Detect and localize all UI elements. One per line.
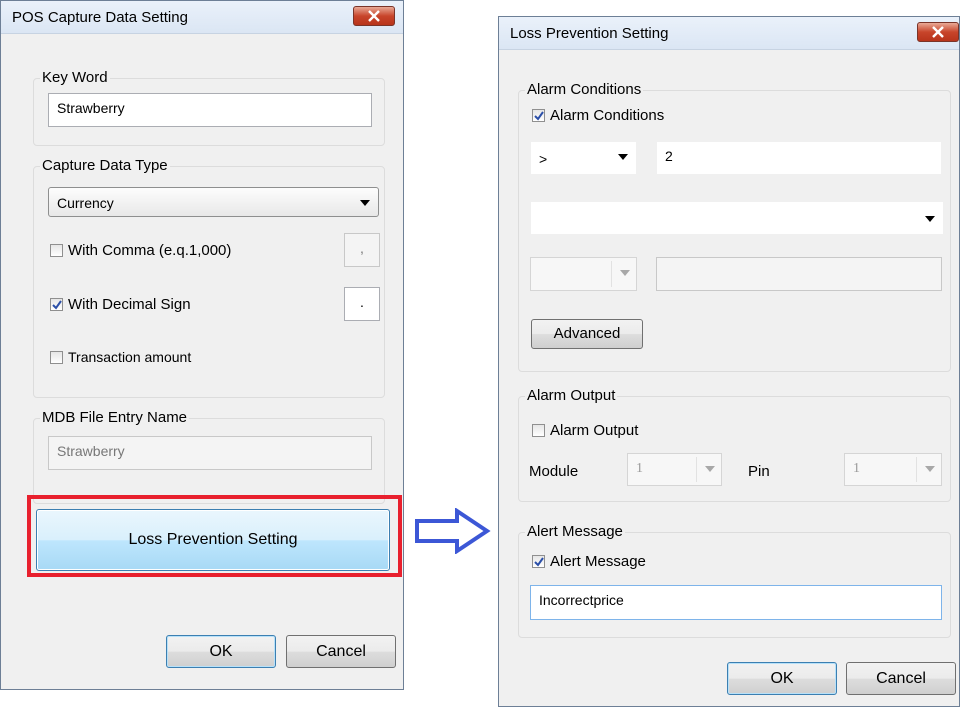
checkmark-icon — [52, 300, 62, 310]
loss-ok-button[interactable]: OK — [727, 662, 837, 695]
chevron-down-icon — [620, 270, 630, 276]
pin-value: 1 — [853, 461, 860, 476]
advanced-button[interactable]: Advanced — [531, 319, 643, 349]
module-value: 1 — [636, 461, 643, 476]
transaction-amount-label: Transaction amount — [68, 349, 192, 365]
alert-message-checkbox[interactable]: Alert Message — [532, 553, 646, 570]
chevron-down-icon — [360, 200, 370, 206]
combo-separator — [611, 261, 612, 287]
alarm-output-legend: Alarm Output — [525, 387, 618, 404]
checkbox-box — [532, 424, 545, 437]
decimal-separator-input[interactable]: . — [344, 287, 380, 321]
alarm-output-label: Alarm Output — [550, 422, 639, 439]
checkbox-box — [50, 298, 63, 311]
pin-label: Pin — [748, 463, 770, 480]
with-comma-label: With Comma (e.q.1,000) — [68, 242, 232, 259]
module-label: Module — [529, 463, 579, 480]
checkmark-icon — [534, 111, 544, 121]
chevron-down-icon — [705, 466, 715, 472]
alarm-conditions-group: Alarm Conditions Alarm Conditions > 2 Ad… — [518, 81, 951, 372]
alarm-output-checkbox[interactable]: Alarm Output — [532, 422, 638, 439]
pos-dialog-body: Key Word Strawberry Capture Data Type Cu… — [11, 34, 396, 679]
checkbox-box — [50, 244, 63, 257]
condition-value-input[interactable]: 2 — [656, 141, 942, 175]
transaction-amount-checkbox[interactable]: Transaction amount — [50, 349, 191, 365]
capture-type-value: Currency — [57, 195, 114, 211]
checkmark-icon — [534, 557, 544, 567]
key-word-legend: Key Word — [40, 69, 110, 86]
with-decimal-label: With Decimal Sign — [68, 296, 191, 313]
loss-dialog-titlebar[interactable]: Loss Prevention Setting — [499, 17, 959, 50]
pos-dialog-title: POS Capture Data Setting — [12, 9, 188, 26]
combo-separator — [696, 457, 697, 482]
pos-dialog-close-button[interactable] — [353, 6, 395, 26]
mdb-entry-name-input[interactable]: Strawberry — [48, 436, 372, 470]
alert-message-label: Alert Message — [550, 553, 646, 570]
checkbox-box — [532, 555, 545, 568]
close-icon — [932, 26, 944, 38]
key-word-input[interactable]: Strawberry — [48, 93, 372, 127]
pos-capture-dialog: POS Capture Data Setting Key Word Strawb… — [0, 0, 404, 690]
loss-cancel-button[interactable]: Cancel — [846, 662, 956, 695]
mdb-file-legend: MDB File Entry Name — [40, 409, 190, 426]
loss-dialog-close-button[interactable] — [917, 22, 959, 42]
pos-cancel-button[interactable]: Cancel — [286, 635, 396, 668]
combo-separator — [916, 457, 917, 482]
highlight-box — [27, 495, 402, 577]
capture-data-type-legend: Capture Data Type — [40, 157, 170, 174]
pos-ok-button[interactable]: OK — [166, 635, 276, 668]
chevron-down-icon — [925, 216, 935, 222]
key-word-group: Key Word Strawberry — [33, 69, 385, 146]
operator-select[interactable]: > — [530, 141, 637, 175]
module-select[interactable]: 1 — [627, 453, 722, 486]
secondary-value-input[interactable] — [656, 257, 942, 291]
alert-message-legend: Alert Message — [525, 523, 625, 540]
with-decimal-checkbox[interactable]: With Decimal Sign — [50, 296, 191, 313]
checkbox-box — [532, 109, 545, 122]
chevron-down-icon — [925, 466, 935, 472]
alarm-output-group: Alarm Output Alarm Output Module 1 Pin 1 — [518, 387, 951, 502]
checkbox-box — [50, 350, 63, 364]
secondary-operator-select[interactable] — [530, 257, 637, 291]
mdb-file-group: MDB File Entry Name Strawberry — [33, 409, 385, 504]
loss-dialog-title: Loss Prevention Setting — [510, 25, 669, 42]
arrow-right-icon — [415, 508, 491, 554]
loss-prevention-dialog: Loss Prevention Setting Alarm Conditions… — [498, 16, 960, 707]
condition-field-select[interactable] — [530, 201, 944, 235]
with-comma-checkbox[interactable]: With Comma (e.q.1,000) — [50, 242, 231, 259]
pos-dialog-titlebar[interactable]: POS Capture Data Setting — [1, 1, 403, 34]
comma-separator-input[interactable]: , — [344, 233, 380, 267]
chevron-down-icon — [618, 154, 628, 160]
capture-type-select[interactable]: Currency — [48, 187, 379, 217]
alert-message-input[interactable]: Incorrectprice — [530, 585, 942, 620]
close-icon — [368, 10, 380, 22]
alarm-conditions-label: Alarm Conditions — [550, 107, 665, 124]
operator-value: > — [539, 151, 548, 167]
alarm-conditions-checkbox[interactable]: Alarm Conditions — [532, 107, 664, 124]
loss-dialog-body: Alarm Conditions Alarm Conditions > 2 Ad… — [509, 50, 956, 696]
alarm-conditions-legend: Alarm Conditions — [525, 81, 644, 98]
capture-data-type-group: Capture Data Type Currency With Comma (e… — [33, 157, 385, 398]
alert-message-group: Alert Message Alert Message Incorrectpri… — [518, 523, 951, 638]
pin-select[interactable]: 1 — [844, 453, 942, 486]
